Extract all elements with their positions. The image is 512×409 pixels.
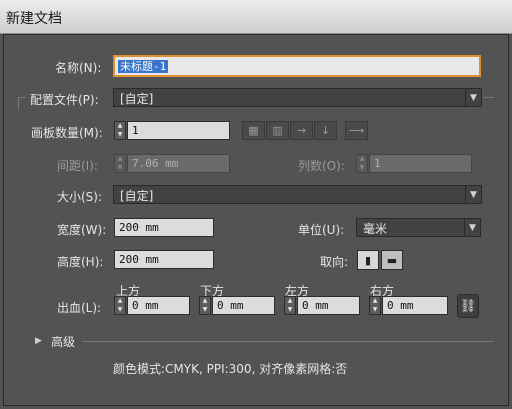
section-divider-right <box>483 97 494 98</box>
chevron-down-icon: ▼ <box>464 219 480 236</box>
width-label: 宽度(W): <box>57 223 107 237</box>
bleed-top-input[interactable]: 0 mm <box>127 296 190 315</box>
profile-dropdown[interactable]: [自定] ▼ <box>113 88 482 107</box>
chevron-down-icon: ▼ <box>465 89 481 106</box>
arrange-by-column-icon[interactable]: ↓ <box>314 121 337 140</box>
bleed-bottom-stepper[interactable]: ▲ ▼ <box>199 296 211 315</box>
spacing-label: 间距(I): <box>57 159 98 173</box>
section-divider-left <box>18 97 19 110</box>
stepper-down-icon: ▼ <box>372 305 378 313</box>
stepper-up-icon: ▲ <box>202 297 208 305</box>
name-input-value: 未标题-1 <box>118 60 169 73</box>
grid-by-row-icon[interactable]: ▦ <box>242 121 265 140</box>
chevron-down-icon: ▼ <box>465 186 481 203</box>
bleed-right-stepper[interactable]: ▲ ▼ <box>369 296 381 315</box>
stepper-down-icon: ▼ <box>117 130 123 138</box>
advanced-summary: 颜色模式:CMYK, PPI:300, 对齐像素网格:否 <box>113 362 348 376</box>
spacing-stepper[interactable]: ▲ ▼ <box>114 154 126 173</box>
arrange-by-row-icon[interactable]: → <box>290 121 313 140</box>
grid-by-column-icon[interactable]: ▥ <box>266 121 289 140</box>
bleed-left-stepper[interactable]: ▲ ▼ <box>284 296 296 315</box>
columns-stepper[interactable]: ▲ ▼ <box>356 154 368 173</box>
artboard-count-label: 画板数量(M): <box>31 126 103 140</box>
right-to-left-icon[interactable]: ⟶ <box>345 121 368 140</box>
units-label: 单位(U): <box>298 223 345 237</box>
bleed-left-input[interactable]: 0 mm <box>297 296 360 315</box>
stepper-up-icon: ▲ <box>117 122 123 130</box>
window-title: 新建文档 <box>0 0 512 34</box>
name-label: 名称(N): <box>55 61 102 75</box>
width-input[interactable]: 200 mm <box>114 218 214 237</box>
height-input[interactable]: 200 mm <box>114 250 214 269</box>
columns-label: 列数(O): <box>298 159 345 173</box>
artboard-count-input[interactable]: 1 <box>127 121 230 140</box>
spacing-input[interactable]: 7.06 mm <box>127 154 230 173</box>
stepper-down-icon: ▼ <box>287 305 293 313</box>
bleed-right-input[interactable]: 0 mm <box>382 296 448 315</box>
stepper-down-icon: ▼ <box>359 163 365 171</box>
size-label: 大小(S): <box>57 190 103 204</box>
portrait-icon[interactable]: ▮ <box>357 250 379 270</box>
columns-input[interactable]: 1 <box>369 154 472 173</box>
stepper-down-icon: ▼ <box>117 305 123 313</box>
size-value: [自定] <box>120 189 154 203</box>
units-dropdown[interactable]: 毫米 ▼ <box>356 218 481 237</box>
stepper-down-icon: ▼ <box>117 163 123 171</box>
size-dropdown[interactable]: [自定] ▼ <box>113 185 482 204</box>
landscape-icon[interactable]: ▬ <box>381 250 403 270</box>
bleed-bottom-input[interactable]: 0 mm <box>212 296 275 315</box>
disclosure-triangle-icon[interactable]: ▶ <box>35 336 42 346</box>
stepper-up-icon: ▲ <box>287 297 293 305</box>
stepper-up-icon: ▲ <box>359 155 365 163</box>
orientation-label: 取向: <box>320 255 349 269</box>
name-input[interactable]: 未标题-1 <box>113 55 481 77</box>
section-divider <box>18 97 26 98</box>
stepper-up-icon: ▲ <box>372 297 378 305</box>
profile-value: [自定] <box>120 92 154 106</box>
bleed-label: 出血(L): <box>57 301 102 315</box>
artboard-count-stepper[interactable]: ▲ ▼ <box>114 121 126 140</box>
stepper-down-icon: ▼ <box>202 305 208 313</box>
bleed-top-stepper[interactable]: ▲ ▼ <box>114 296 126 315</box>
height-label: 高度(H): <box>57 255 104 269</box>
units-value: 毫米 <box>363 222 388 236</box>
stepper-up-icon: ▲ <box>117 297 123 305</box>
profile-label: 配置文件(P): <box>30 93 99 107</box>
advanced-divider <box>82 341 494 342</box>
stepper-up-icon: ▲ <box>117 155 123 163</box>
chain-link-icon[interactable]: ⛓ <box>457 294 479 318</box>
advanced-toggle[interactable]: 高级 <box>51 333 75 350</box>
